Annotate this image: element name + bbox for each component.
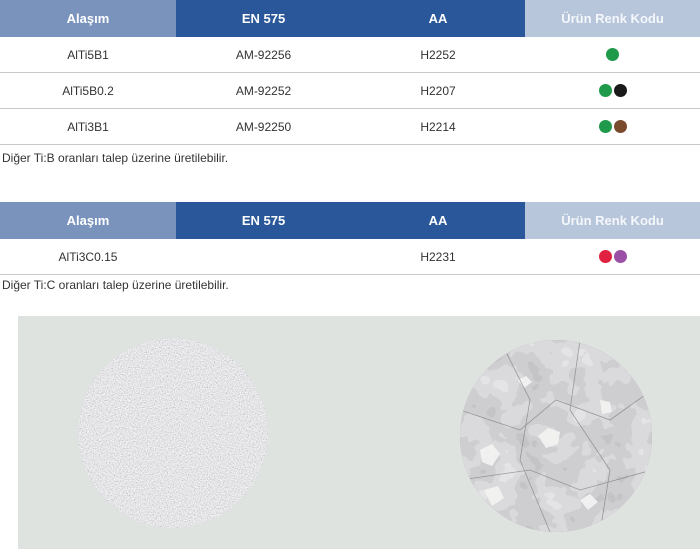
header-en575: EN 575 xyxy=(176,202,351,239)
table-ti-b: Alaşım EN 575 AA Ürün Renk Kodu AlTi5B1 … xyxy=(0,0,700,145)
cell-alloy: AlTi3C0.15 xyxy=(58,249,118,264)
table-row: AlTi3C0.15 H2231 xyxy=(0,239,700,275)
table-ti-c: Alaşım EN 575 AA Ürün Renk Kodu AlTi3C0.… xyxy=(0,202,700,275)
micrograph-panel xyxy=(18,316,700,549)
color-dot xyxy=(613,120,627,133)
coarse-grain-micrograph xyxy=(460,340,652,532)
color-dot xyxy=(598,120,612,133)
color-dot xyxy=(613,84,627,97)
table-header: Alaşım EN 575 AA Ürün Renk Kodu xyxy=(0,202,700,239)
header-color-code: Ürün Renk Kodu xyxy=(525,202,700,239)
cell-color-code xyxy=(525,239,700,274)
color-dot xyxy=(613,250,627,263)
header-alloy: Alaşım xyxy=(0,202,176,239)
cell-aa: H2252 xyxy=(420,47,456,62)
table-row: AlTi3B1 AM-92250 H2214 xyxy=(0,109,700,145)
header-alloy: Alaşım xyxy=(0,0,176,37)
table-row: AlTi5B0.2 AM-92252 H2207 xyxy=(0,73,700,109)
header-color-code: Ürün Renk Kodu xyxy=(525,0,700,37)
cell-aa: H2214 xyxy=(420,119,456,134)
color-dot xyxy=(606,48,619,61)
table-note: Diğer Ti:B oranları talep üzerine üretil… xyxy=(2,151,229,165)
color-dot xyxy=(598,84,612,97)
cell-alloy: AlTi5B1 xyxy=(67,47,109,62)
cell-alloy: AlTi3B1 xyxy=(67,119,109,134)
cell-aa: H2231 xyxy=(420,249,456,264)
cell-color-code xyxy=(525,37,700,72)
cell-en575: AM-92250 xyxy=(235,119,292,134)
cell-en575: AM-92252 xyxy=(235,83,292,98)
table-note: Diğer Ti:C oranları talep üzerine üretil… xyxy=(2,278,229,292)
table-header: Alaşım EN 575 AA Ürün Renk Kodu xyxy=(0,0,700,37)
table-row: AlTi5B1 AM-92256 H2252 xyxy=(0,37,700,73)
cell-aa: H2207 xyxy=(420,83,456,98)
fine-grain-micrograph xyxy=(78,338,268,528)
header-aa: AA xyxy=(351,202,525,239)
cell-en575: AM-92256 xyxy=(235,47,292,62)
color-dot xyxy=(598,250,612,263)
header-aa: AA xyxy=(351,0,525,37)
header-en575: EN 575 xyxy=(176,0,351,37)
cell-color-code xyxy=(525,73,700,108)
cell-en575 xyxy=(176,239,351,274)
cell-color-code xyxy=(525,109,700,144)
cell-alloy: AlTi5B0.2 xyxy=(62,83,114,98)
